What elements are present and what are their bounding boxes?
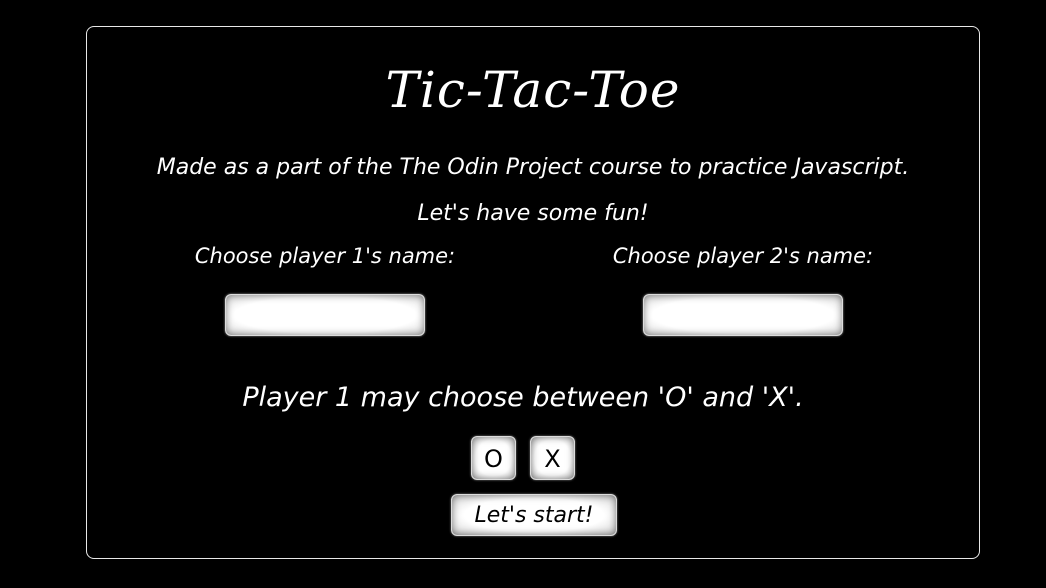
player1-label: Choose player 1's name: <box>194 244 456 268</box>
player1-name-input[interactable] <box>225 294 425 336</box>
symbol-choice-row: O X <box>0 436 1046 480</box>
player2-block: Choose player 2's name: <box>583 244 903 336</box>
symbol-x-button[interactable]: X <box>530 436 575 480</box>
player2-name-input[interactable] <box>643 294 843 336</box>
player1-block: Choose player 1's name: <box>165 244 485 336</box>
page-tagline: Let's have some fun! <box>417 201 649 226</box>
player2-label: Choose player 2's name: <box>612 244 874 268</box>
page-subtitle: Made as a part of the The Odin Project c… <box>156 155 910 180</box>
page-title: Tic-Tac-Toe <box>385 61 681 119</box>
symbol-choice-prompt: Player 1 may choose between 'O' and 'X'. <box>242 382 804 413</box>
symbol-o-button[interactable]: O <box>471 436 516 480</box>
start-button[interactable]: Let's start! <box>451 494 617 536</box>
